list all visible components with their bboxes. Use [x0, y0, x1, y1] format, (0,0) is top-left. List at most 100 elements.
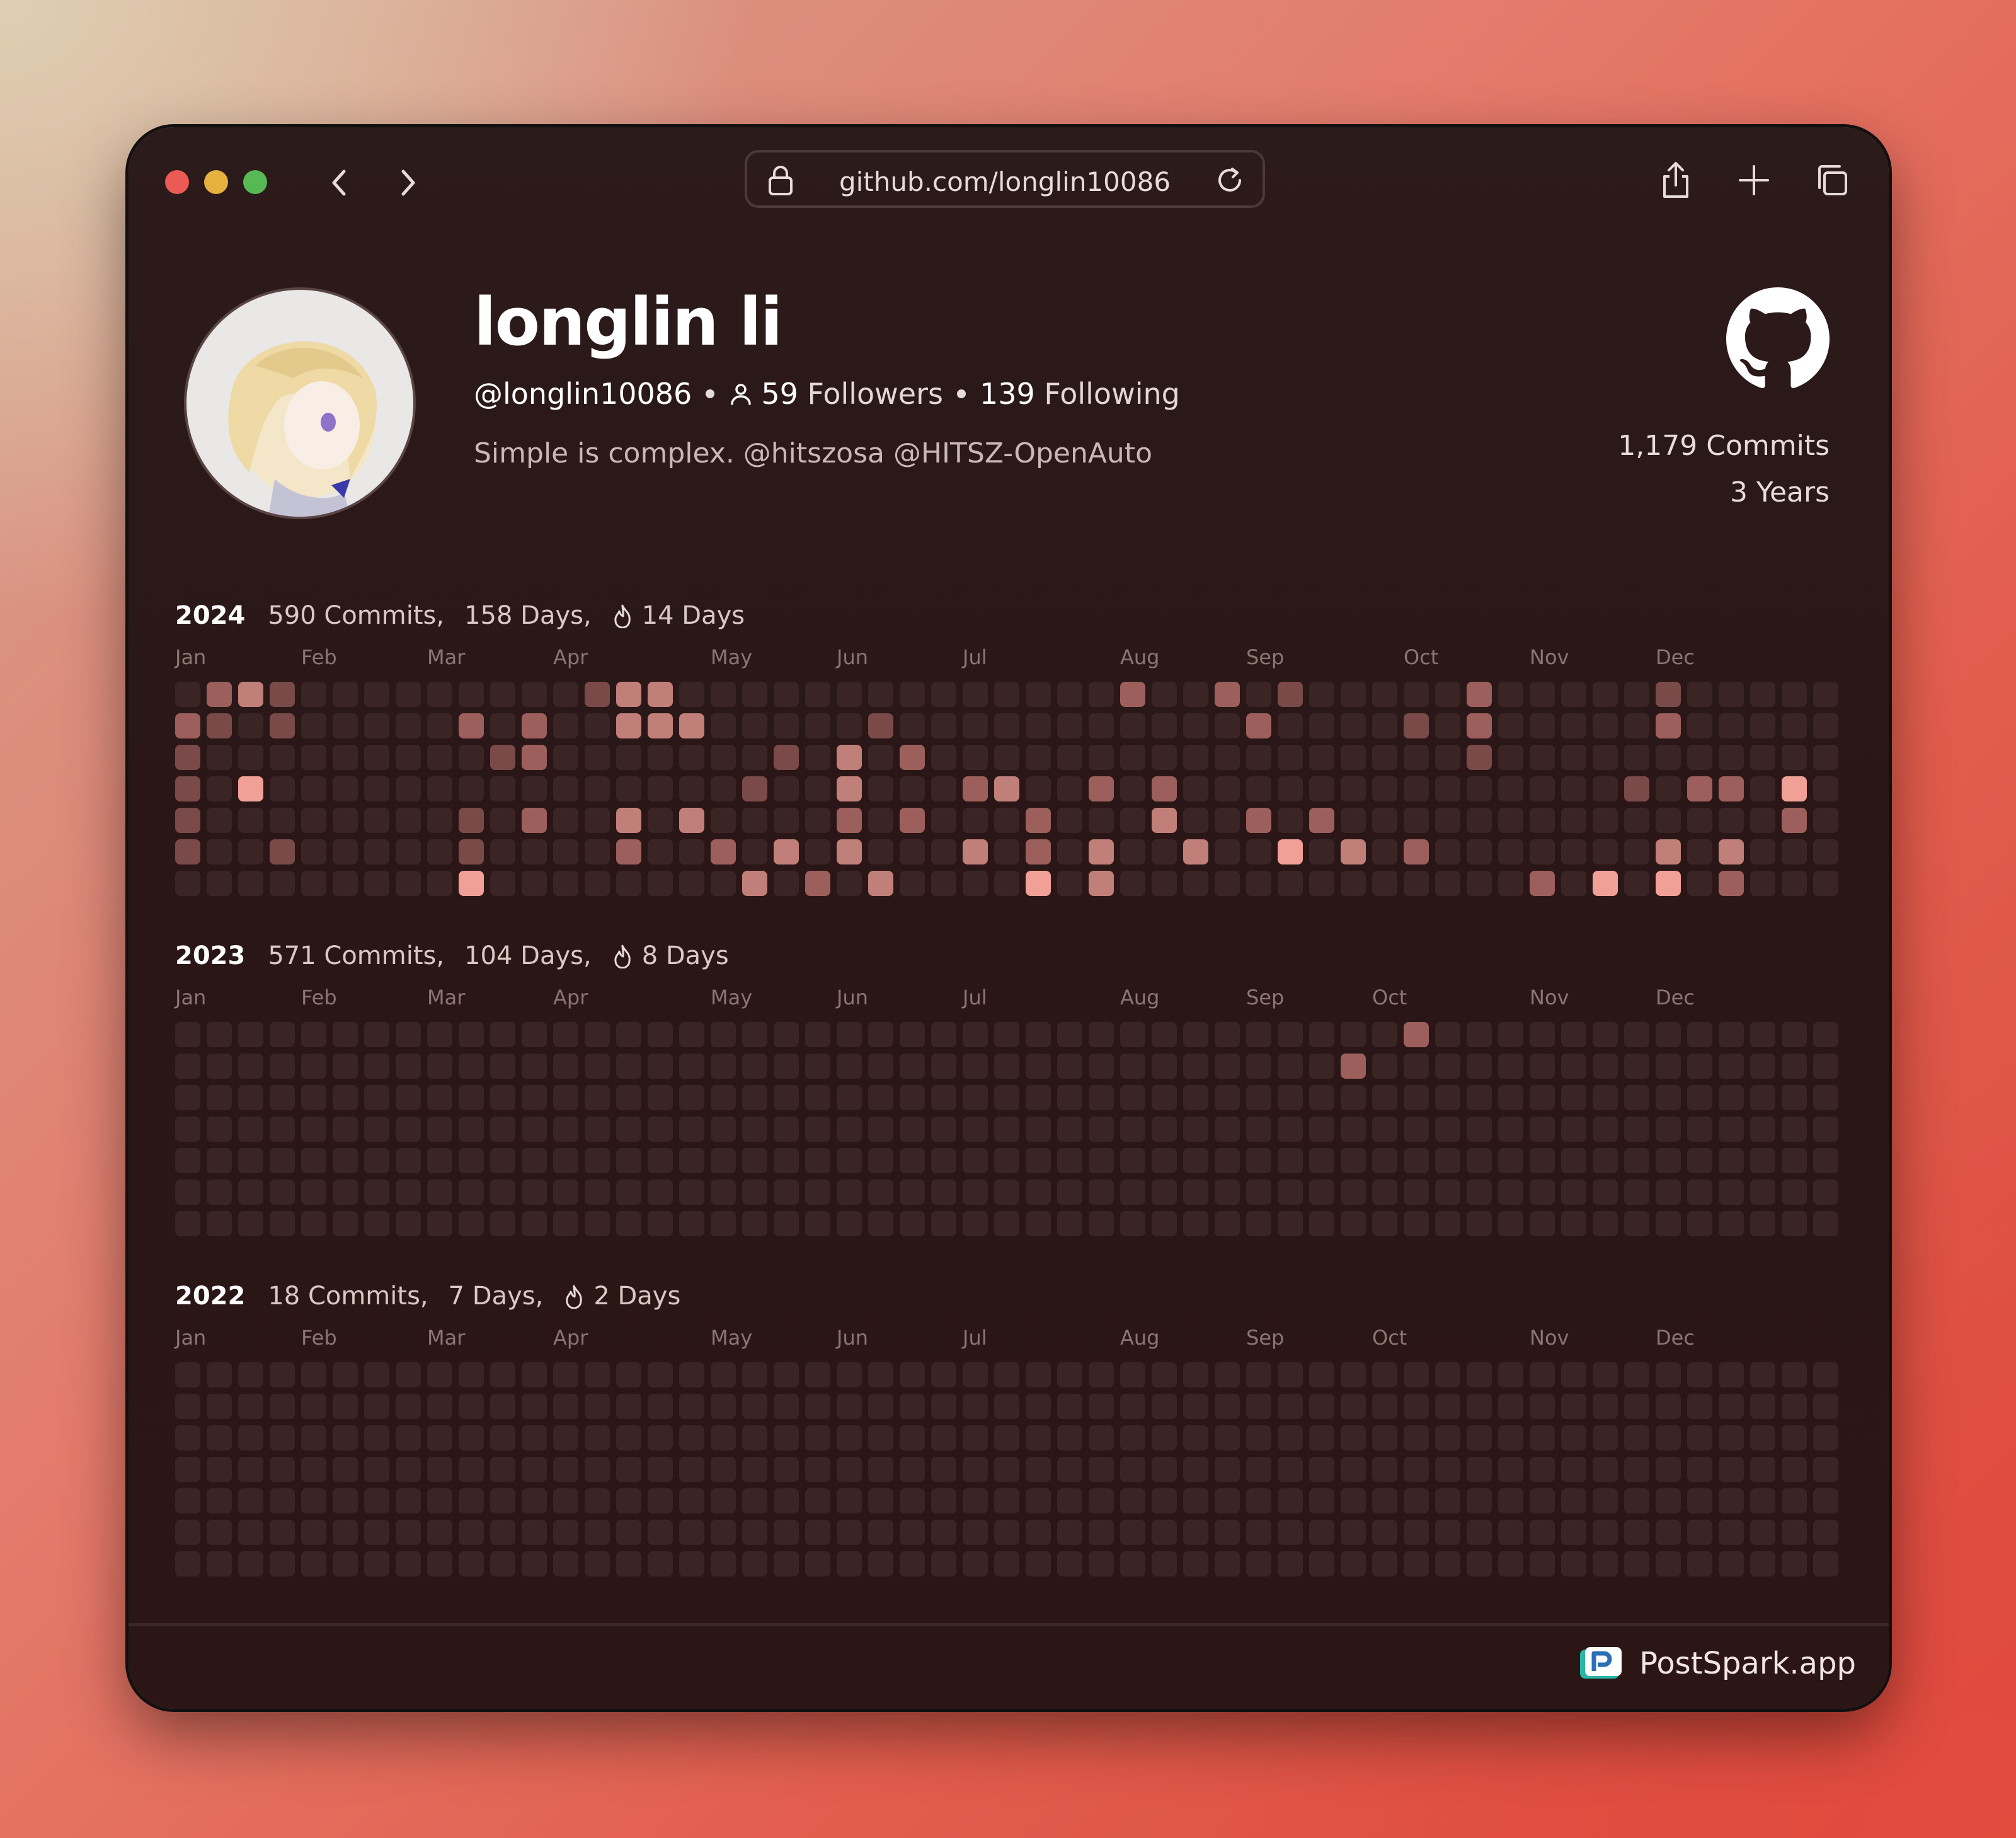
contribution-cell[interactable] [1278, 776, 1303, 801]
contribution-cell[interactable] [679, 682, 704, 707]
contribution-cell[interactable] [1687, 1117, 1712, 1142]
contribution-cell[interactable] [1656, 1551, 1681, 1577]
contribution-cell[interactable] [1089, 776, 1114, 801]
contribution-cell[interactable] [585, 839, 610, 864]
contribution-cell[interactable] [1089, 745, 1114, 770]
contribution-cell[interactable] [711, 745, 736, 770]
contribution-cell[interactable] [396, 1362, 421, 1387]
contribution-cell[interactable] [333, 1117, 358, 1142]
contribution-cell[interactable] [1215, 1457, 1240, 1482]
contribution-cell[interactable] [396, 776, 421, 801]
contribution-cell[interactable] [837, 1425, 862, 1450]
contribution-cell[interactable] [238, 1211, 263, 1236]
contribution-cell[interactable] [238, 745, 263, 770]
contribution-cell[interactable] [427, 682, 452, 707]
contribution-cell[interactable] [711, 871, 736, 896]
contribution-cell[interactable] [1687, 1362, 1712, 1387]
contribution-cell[interactable] [1656, 1117, 1681, 1142]
contribution-cell[interactable] [648, 1180, 673, 1205]
contribution-cell[interactable] [427, 1488, 452, 1513]
contribution-cell[interactable] [490, 871, 515, 896]
contribution-cell[interactable] [616, 1520, 641, 1545]
contribution-cell[interactable] [711, 808, 736, 833]
contribution-cell[interactable] [1530, 682, 1555, 707]
contribution-cell[interactable] [1656, 1211, 1681, 1236]
contribution-cell[interactable] [1593, 1520, 1618, 1545]
contribution-cell[interactable] [1404, 1054, 1429, 1079]
contribution-cell[interactable] [868, 745, 893, 770]
contribution-cell[interactable] [1498, 1022, 1523, 1047]
contribution-cell[interactable] [1309, 1488, 1334, 1513]
contribution-cell[interactable] [1467, 1488, 1492, 1513]
contribution-cell[interactable] [1530, 1180, 1555, 1205]
contribution-cell[interactable] [648, 1022, 673, 1047]
contribution-cell[interactable] [490, 1457, 515, 1482]
contribution-cell[interactable] [1026, 839, 1051, 864]
contribution-cell[interactable] [1561, 1148, 1586, 1173]
contribution-cell[interactable] [1152, 1148, 1177, 1173]
contribution-cell[interactable] [868, 1085, 893, 1110]
contribution-cell[interactable] [1782, 1022, 1807, 1047]
contribution-cell[interactable] [994, 1394, 1019, 1419]
contribution-cell[interactable] [1309, 1085, 1334, 1110]
contribution-cell[interactable] [553, 1457, 578, 1482]
contribution-cell[interactable] [1593, 1488, 1618, 1513]
contribution-cell[interactable] [427, 839, 452, 864]
contribution-cell[interactable] [616, 1117, 641, 1142]
contribution-cell[interactable] [1719, 1022, 1744, 1047]
contribution-cell[interactable] [459, 839, 484, 864]
contribution-cell[interactable] [1372, 1148, 1397, 1173]
contribution-cell[interactable] [837, 1211, 862, 1236]
contribution-cell[interactable] [1435, 1117, 1460, 1142]
contribution-cell[interactable] [585, 1394, 610, 1419]
contribution-cell[interactable] [1183, 776, 1208, 801]
contribution-cell[interactable] [774, 713, 799, 738]
contribution-cell[interactable] [490, 1362, 515, 1387]
contribution-cell[interactable] [490, 1211, 515, 1236]
contribution-cell[interactable] [301, 1425, 326, 1450]
contribution-cell[interactable] [616, 682, 641, 707]
contribution-cell[interactable] [1624, 1117, 1649, 1142]
contribution-cell[interactable] [994, 745, 1019, 770]
contribution-cell[interactable] [679, 871, 704, 896]
contribution-cell[interactable] [1687, 1054, 1712, 1079]
contribution-cell[interactable] [1026, 1054, 1051, 1079]
contribution-cell[interactable] [1813, 1022, 1838, 1047]
contribution-cell[interactable] [207, 713, 232, 738]
contribution-cell[interactable] [616, 1211, 641, 1236]
contribution-cell[interactable] [1813, 1488, 1838, 1513]
contribution-cell[interactable] [1656, 1457, 1681, 1482]
contribution-cell[interactable] [648, 1148, 673, 1173]
contribution-cell[interactable] [1120, 1022, 1145, 1047]
contribution-cell[interactable] [364, 1457, 389, 1482]
contribution-cell[interactable] [1120, 1180, 1145, 1205]
contribution-cell[interactable] [1215, 1211, 1240, 1236]
contribution-cell[interactable] [648, 1362, 673, 1387]
contribution-cell[interactable] [396, 1425, 421, 1450]
contribution-cell[interactable] [1813, 776, 1838, 801]
contribution-cell[interactable] [1341, 1180, 1366, 1205]
contribution-cell[interactable] [1435, 1457, 1460, 1482]
contribution-cell[interactable] [900, 839, 925, 864]
contribution-cell[interactable] [931, 1180, 956, 1205]
contribution-cell[interactable] [1152, 1180, 1177, 1205]
contribution-cell[interactable] [585, 1211, 610, 1236]
contribution-cell[interactable] [1089, 1362, 1114, 1387]
contribution-cell[interactable] [1782, 713, 1807, 738]
contribution-cell[interactable] [1750, 1211, 1775, 1236]
contribution-cell[interactable] [1120, 1488, 1145, 1513]
contribution-cell[interactable] [522, 1362, 547, 1387]
contribution-cell[interactable] [1561, 682, 1586, 707]
contribution-cell[interactable] [522, 839, 547, 864]
contribution-cell[interactable] [1624, 745, 1649, 770]
contribution-cell[interactable] [1624, 1085, 1649, 1110]
contribution-cell[interactable] [1435, 1211, 1460, 1236]
contribution-cell[interactable] [459, 1362, 484, 1387]
contribution-cell[interactable] [1120, 1551, 1145, 1577]
contribution-cell[interactable] [1278, 1394, 1303, 1419]
contribution-cell[interactable] [1026, 1520, 1051, 1545]
contribution-cell[interactable] [1687, 682, 1712, 707]
contribution-cell[interactable] [175, 745, 200, 770]
contribution-cell[interactable] [963, 1180, 988, 1205]
contribution-cell[interactable] [1530, 1148, 1555, 1173]
